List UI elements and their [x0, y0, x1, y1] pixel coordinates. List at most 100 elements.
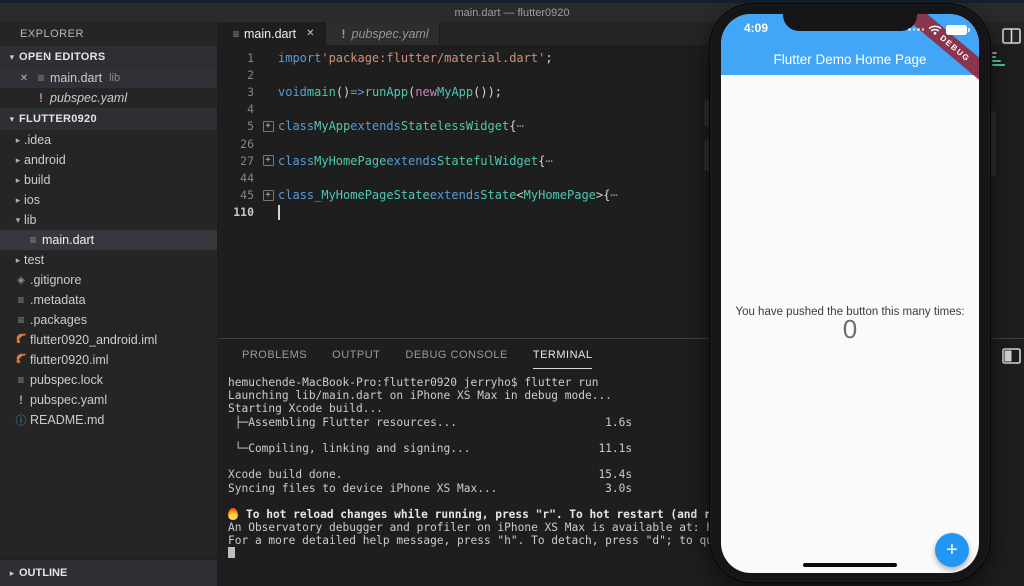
text-cursor [278, 204, 280, 220]
app-bar-title: Flutter Demo Home Page [773, 52, 927, 67]
rss-icon [12, 333, 30, 347]
open-editors-list: ✕ ≡ main.dart lib! pubspec.yaml [0, 68, 217, 108]
status-bar-icons [908, 24, 970, 35]
tree-item-.metadata[interactable]: ≡ .metadata [0, 290, 217, 310]
warning-icon: ! [19, 393, 23, 407]
tree-item-ios[interactable]: ▸ ios [0, 190, 217, 210]
tree-item-pubspec.yaml[interactable]: ! pubspec.yaml [0, 390, 217, 410]
file-label: pubspec.lock [30, 373, 103, 387]
chevron-right-icon: ▸ [15, 194, 21, 205]
line-number: 110 [233, 205, 254, 220]
file-icon: ≡ [17, 293, 25, 307]
fold-expand-icon[interactable]: + [258, 189, 278, 201]
file-icon: ≡ [17, 373, 25, 387]
wifi-icon [928, 25, 942, 35]
open-editor-main.dart[interactable]: ✕ ≡ main.dart lib [0, 68, 217, 88]
chevron-down-icon: ▾ [15, 214, 21, 225]
tree-item-flutter0920.iml[interactable]: flutter0920.iml [0, 350, 217, 370]
tree-item-build[interactable]: ▸ build [0, 170, 217, 190]
line-number: 1 [247, 50, 254, 65]
iphone-simulator-window[interactable]: Flutter Demo Home Page DEBUG 4:09 You ha… [704, 3, 996, 583]
line-number: 27 [240, 153, 254, 168]
status-bar-time: 4:09 [744, 21, 769, 35]
counter-value: 0 [842, 314, 858, 344]
line-number: 2 [247, 67, 254, 82]
tree-item-README.md[interactable]: ⓘ README.md [0, 410, 217, 430]
outline-header[interactable]: ▸ OUTLINE [0, 559, 217, 586]
tab-main.dart[interactable]: ≡ main.dart ✕ [218, 22, 326, 45]
chevron-down-icon: ▾ [9, 51, 15, 62]
panel-tab-problems[interactable]: PROBLEMS [242, 349, 307, 369]
tab-pubspec.yaml[interactable]: ! pubspec.yaml [325, 22, 440, 45]
tree-item-.packages[interactable]: ≡ .packages [0, 310, 217, 330]
file-label: test [24, 253, 45, 267]
open-editors-header[interactable]: ▾ OPEN EDITORS [0, 46, 217, 68]
file-label: build [24, 173, 51, 187]
power-button [991, 111, 996, 176]
tree-item-test[interactable]: ▸ test [0, 250, 217, 270]
open-editor-pubspec.yaml[interactable]: ! pubspec.yaml [0, 88, 217, 108]
tree-item-.gitignore[interactable]: ◈ .gitignore [0, 270, 217, 290]
project-header[interactable]: ▾ FLUTTER0920 [0, 108, 217, 130]
cellular-dots-icon [908, 28, 924, 31]
close-icon[interactable]: ✕ [306, 28, 314, 39]
file-label: lib [24, 213, 37, 227]
tree-item-.idea[interactable]: ▸ .idea [0, 130, 217, 150]
git-icon: ◈ [17, 274, 25, 286]
file-icon: ≡ [29, 233, 37, 247]
fab-add-button[interactable]: + [935, 533, 969, 567]
file-label: .idea [24, 133, 52, 147]
file-label: ios [24, 193, 40, 207]
tree-item-android[interactable]: ▸ android [0, 150, 217, 170]
warning-icon: ! [341, 26, 346, 41]
line-number: 5 [247, 119, 254, 134]
flame-icon [228, 507, 238, 520]
file-label: README.md [30, 413, 105, 427]
tree-item-lib[interactable]: ▾ lib [0, 210, 217, 230]
chevron-right-icon: ▸ [9, 567, 15, 578]
fold-expand-icon[interactable]: + [258, 120, 278, 132]
panel-tab-debug-console[interactable]: DEBUG CONSOLE [405, 349, 507, 369]
chevron-right-icon: ▸ [15, 134, 21, 145]
tree-item-pubspec.lock[interactable]: ≡ pubspec.lock [0, 370, 217, 390]
panel-tab-terminal[interactable]: TERMINAL [532, 349, 593, 369]
line-number: 4 [247, 102, 254, 117]
file-icon: ≡ [17, 313, 25, 327]
toggle-panel-icon[interactable] [1002, 348, 1021, 364]
chevron-right-icon: ▸ [15, 254, 21, 265]
explorer-sidebar: EXPLORER ▾ OPEN EDITORS ✕ ≡ main.dart lib! p… [0, 22, 218, 586]
file-label: .metadata [30, 293, 86, 307]
file-label: main.dart [42, 233, 95, 247]
file-icon: ≡ [37, 71, 45, 85]
terminal-cursor [228, 547, 235, 559]
tree-item-flutter0920_android.iml[interactable]: flutter0920_android.iml [0, 330, 217, 350]
explorer-header: EXPLORER [20, 28, 84, 40]
home-indicator[interactable] [803, 563, 897, 567]
line-number: 3 [247, 84, 254, 99]
close-icon[interactable]: ✕ [16, 73, 32, 84]
file-label: flutter0920_android.iml [30, 333, 158, 347]
split-editor-icon[interactable] [1002, 28, 1021, 44]
file-label: pubspec.yaml [30, 393, 108, 407]
file-label: pubspec.yaml [50, 91, 128, 105]
file-label: .packages [30, 313, 87, 327]
tab-label: pubspec.yaml [351, 26, 429, 41]
chevron-right-icon: ▸ [15, 174, 21, 185]
file-label: android [24, 153, 66, 167]
tree-item-main.dart[interactable]: ≡ main.dart [0, 230, 217, 250]
file-icon: ≡ [232, 26, 240, 41]
file-detail: lib [109, 72, 121, 84]
phone-notch [783, 14, 917, 31]
info-icon: ⓘ [15, 415, 27, 427]
file-label: main.dart [50, 71, 103, 85]
line-number: 45 [240, 188, 254, 203]
battery-icon [946, 24, 970, 35]
chevron-right-icon: ▸ [15, 154, 21, 165]
file-label: .gitignore [30, 273, 82, 287]
warning-icon: ! [39, 91, 43, 105]
panel-tab-output[interactable]: OUTPUT [332, 349, 380, 369]
fold-expand-icon[interactable]: + [258, 155, 278, 167]
line-number: 26 [240, 136, 254, 151]
line-number: 44 [240, 170, 254, 185]
rss-icon [12, 353, 30, 367]
